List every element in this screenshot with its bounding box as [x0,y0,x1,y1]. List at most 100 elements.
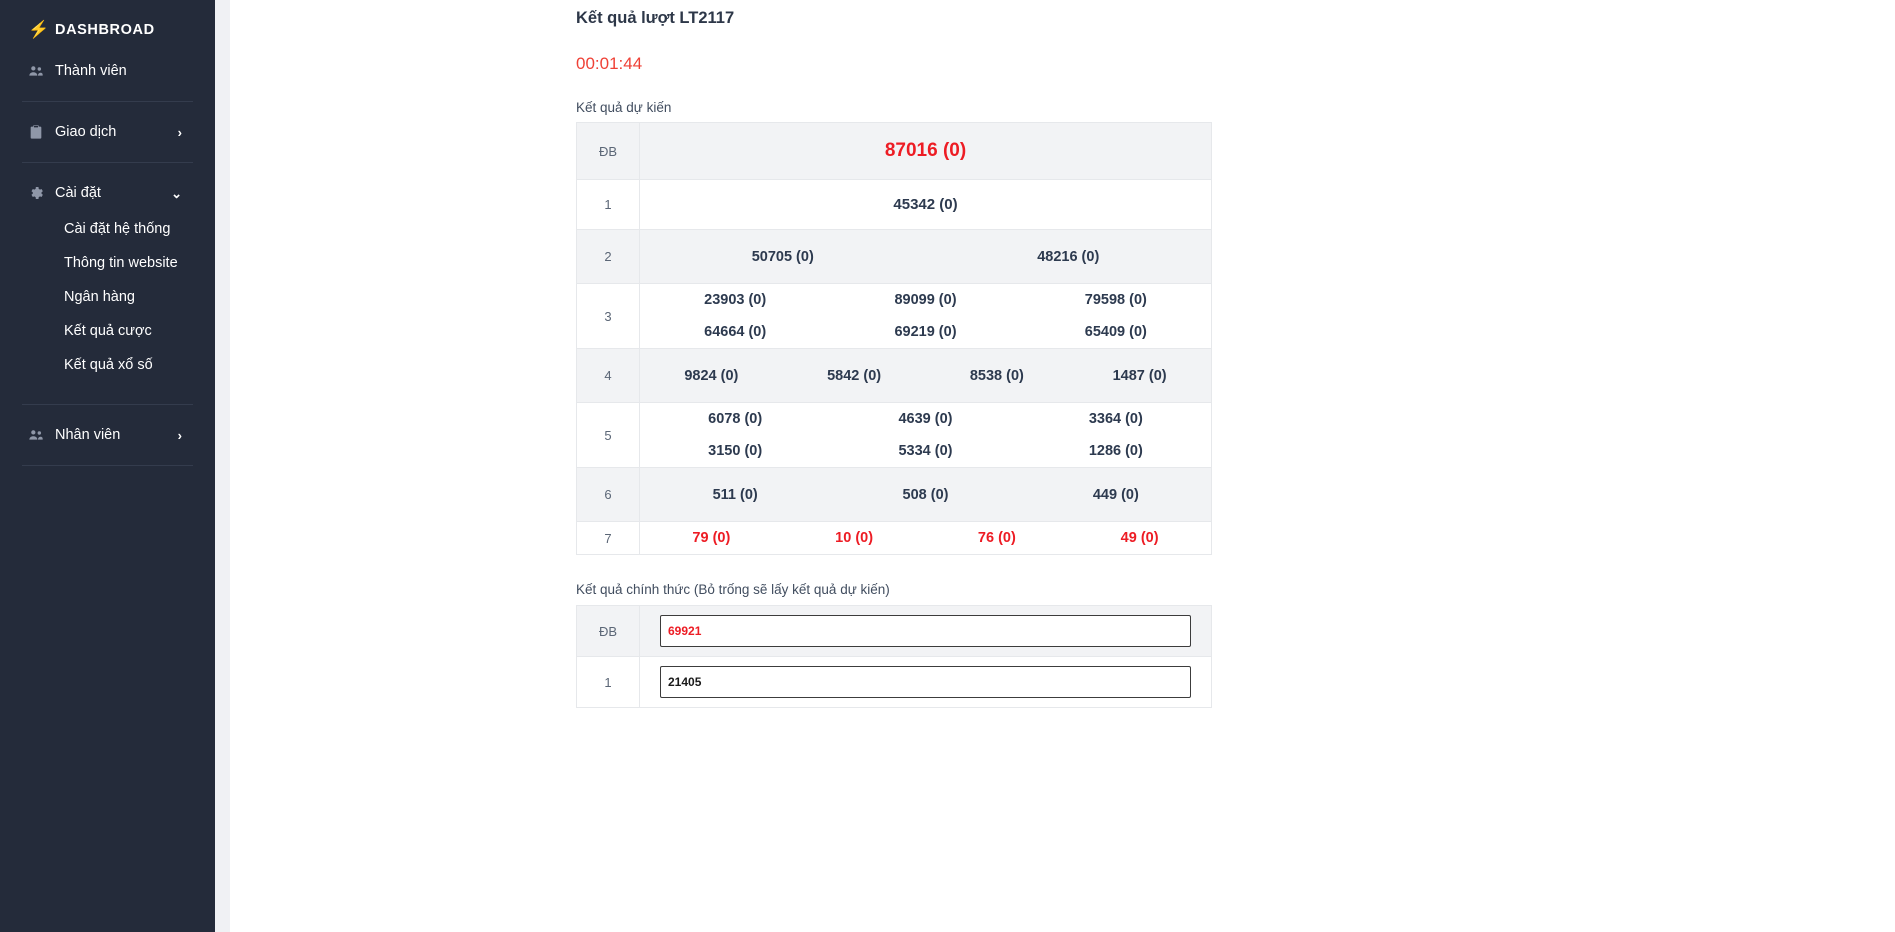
value-line: 64664 (0)69219 (0)65409 (0) [640,316,1211,348]
row-values: 79 (0)10 (0)76 (0)49 (0) [640,522,1212,555]
result-number: 76 (0) [926,522,1069,554]
row-values: 87016 (0) [640,123,1212,180]
sidebar-item-cai-dat[interactable]: Cài đặt ⌄ [0,174,215,212]
result-number: 3150 (0) [640,435,830,467]
users-icon [28,427,55,443]
result-number: 6078 (0) [640,403,830,435]
row-values: 23903 (0)89099 (0)79598 (0)64664 (0)6921… [640,284,1212,349]
table-row: 145342 (0) [577,180,1212,230]
sidebar-item-label: Nhân viên [55,427,178,443]
table-row: 250705 (0)48216 (0) [577,230,1212,284]
result-number: 89099 (0) [830,284,1020,316]
result-number: 8538 (0) [926,360,1069,392]
row-index-label: 4 [577,349,640,403]
clipboard-icon [28,124,55,140]
result-number: 49 (0) [1068,522,1211,554]
content-gutter [215,0,230,932]
sidebar-subitem-ket-qua-xo-so[interactable]: Kết quả xổ số [0,348,215,382]
result-number: 5334 (0) [830,435,1020,467]
gear-icon [28,185,55,201]
brand-label: DASHBROAD [55,22,155,38]
official-result-input-đb[interactable] [660,615,1191,647]
sidebar-item-label: Thành viên [55,63,215,79]
main-content: Kết quả lượt LT2117 00:01:44 Kết quả dự … [230,0,1895,932]
value-line: 79 (0)10 (0)76 (0)49 (0) [640,522,1211,554]
official-results-label: Kết quả chính thức (Bỏ trống sẽ lấy kết … [576,582,1895,597]
table-row: 49824 (0)5842 (0)8538 (0)1487 (0) [577,349,1212,403]
result-number: 87016 (0) [640,123,1211,179]
row-index-label: ĐB [577,123,640,180]
result-number: 10 (0) [783,522,926,554]
result-number: 23903 (0) [640,284,830,316]
official-input-cell [640,657,1212,708]
countdown-timer: 00:01:44 [576,54,1895,74]
brand-logo[interactable]: ⚡ DASHBROAD [0,10,215,52]
value-line: 50705 (0)48216 (0) [640,241,1211,273]
result-number: 79 (0) [640,522,783,554]
bolt-icon: ⚡ [28,20,55,40]
table-row: 323903 (0)89099 (0)79598 (0)64664 (0)692… [577,284,1212,349]
result-number: 1286 (0) [1021,435,1211,467]
sidebar-divider-3 [22,404,193,405]
sidebar-item-label: Giao dịch [55,124,178,140]
sidebar-item-thanh-vien[interactable]: Thành viên [0,52,215,90]
row-index-label: 7 [577,522,640,555]
result-number: 48216 (0) [926,241,1212,273]
predicted-results-label: Kết quả dự kiến [576,100,1895,115]
table-row: ĐB87016 (0) [577,123,1212,180]
row-index-label: 1 [577,180,640,230]
sidebar-divider-4 [22,465,193,466]
result-number: 1487 (0) [1068,360,1211,392]
result-number: 508 (0) [830,479,1020,511]
value-line: 9824 (0)5842 (0)8538 (0)1487 (0) [640,360,1211,392]
value-line: 6078 (0)4639 (0)3364 (0) [640,403,1211,435]
row-index-label: 5 [577,403,640,468]
row-values: 511 (0)508 (0)449 (0) [640,468,1212,522]
result-number: 45342 (0) [640,180,1211,229]
sidebar-subitem-cai-dat-he-thong[interactable]: Cài đặt hệ thống [0,212,215,246]
result-number: 5842 (0) [783,360,926,392]
row-index-label: 2 [577,230,640,284]
row-index-label: 1 [577,657,640,708]
chevron-right-icon: › [178,429,182,442]
result-number: 3364 (0) [1021,403,1211,435]
row-index-label: 6 [577,468,640,522]
value-line: 45342 (0) [640,180,1211,229]
result-number: 79598 (0) [1021,284,1211,316]
table-row: ĐB [577,606,1212,657]
official-input-cell [640,606,1212,657]
value-line: 87016 (0) [640,123,1211,179]
sidebar-divider-2 [22,162,193,163]
value-line: 511 (0)508 (0)449 (0) [640,479,1211,511]
chevron-right-icon: › [178,126,182,139]
row-values: 9824 (0)5842 (0)8538 (0)1487 (0) [640,349,1212,403]
row-values: 45342 (0) [640,180,1212,230]
sidebar-subitem-thong-tin-website[interactable]: Thông tin website [0,246,215,280]
row-values: 6078 (0)4639 (0)3364 (0)3150 (0)5334 (0)… [640,403,1212,468]
row-index-label: 3 [577,284,640,349]
table-row: 6511 (0)508 (0)449 (0) [577,468,1212,522]
row-values: 50705 (0)48216 (0) [640,230,1212,284]
value-line: 3150 (0)5334 (0)1286 (0) [640,435,1211,467]
result-number: 69219 (0) [830,316,1020,348]
official-result-input-1[interactable] [660,666,1191,698]
official-results-table: ĐB1 [576,605,1212,708]
result-number: 50705 (0) [640,241,926,273]
sidebar-subitem-ket-qua-cuoc[interactable]: Kết quả cược [0,314,215,348]
app-root: ⚡ DASHBROAD Thành viên Giao dịch › Cài đ… [0,0,1895,932]
sidebar-subitem-ngan-hang[interactable]: Ngân hàng [0,280,215,314]
predicted-results-table: ĐB87016 (0)145342 (0)250705 (0)48216 (0)… [576,122,1212,555]
users-icon [28,63,55,79]
table-row: 779 (0)10 (0)76 (0)49 (0) [577,522,1212,555]
table-row: 56078 (0)4639 (0)3364 (0)3150 (0)5334 (0… [577,403,1212,468]
sidebar-item-nhan-vien[interactable]: Nhân viên › [0,416,215,454]
sidebar-item-giao-dich[interactable]: Giao dịch › [0,113,215,151]
value-line: 23903 (0)89099 (0)79598 (0) [640,284,1211,316]
result-number: 4639 (0) [830,403,1020,435]
result-number: 65409 (0) [1021,316,1211,348]
table-row: 1 [577,657,1212,708]
sidebar-item-label: Cài đặt [55,185,171,201]
result-number: 449 (0) [1021,479,1211,511]
result-number: 64664 (0) [640,316,830,348]
sidebar-divider-1 [22,101,193,102]
